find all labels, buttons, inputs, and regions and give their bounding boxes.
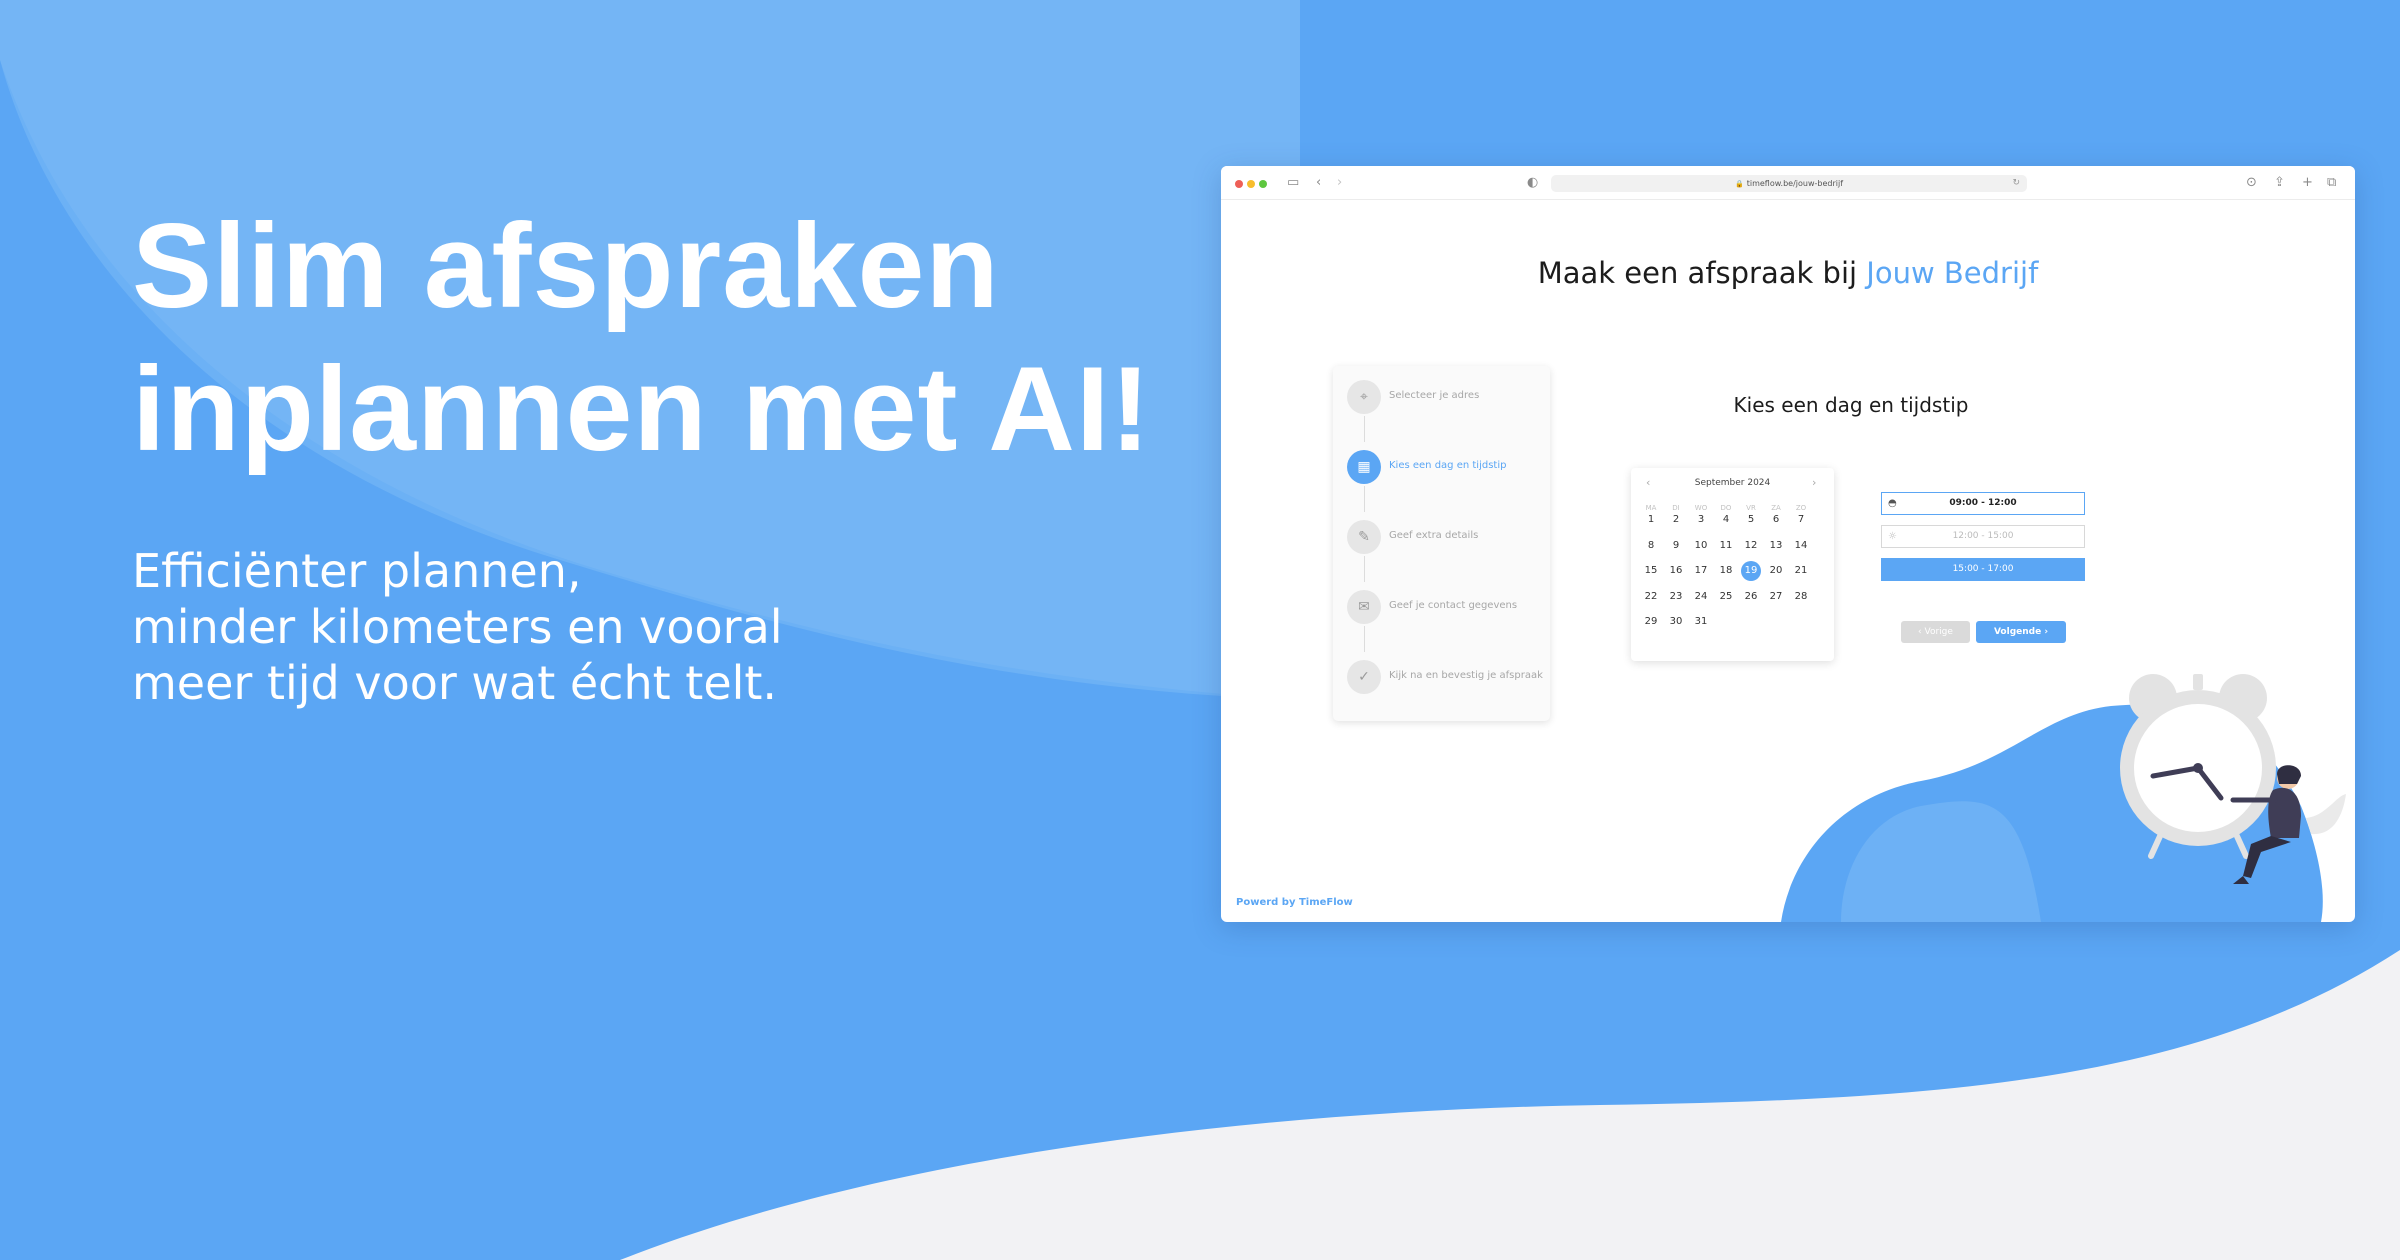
time-slot-midday[interactable]: ☼ 12:00 - 15:00 (1881, 525, 2085, 548)
hero-subtitle-line-3: meer tijd voor wat écht telt. (132, 656, 778, 710)
step-label: Kijk na en bevestig je afspraak (1389, 670, 1543, 681)
sunrise-icon: ◓ (1888, 498, 1897, 509)
calendar-day[interactable]: 4 (1716, 510, 1736, 530)
calendar-day[interactable]: 31 (1691, 612, 1711, 632)
step-label: Kies een dag en tijdstip (1389, 460, 1507, 471)
calendar-day[interactable]: 23 (1666, 587, 1686, 607)
calendar-day[interactable]: 9 (1666, 536, 1686, 556)
calendar-day[interactable]: 24 (1691, 587, 1711, 607)
step-connector (1364, 556, 1365, 582)
page-title-prefix: Maak een afspraak bij (1537, 256, 1858, 290)
calendar-day[interactable]: 8 (1641, 536, 1661, 556)
calendar-day-selected[interactable]: 19 (1741, 561, 1761, 581)
section-title: Kies een dag en tijdstip (1733, 393, 1969, 417)
calendar-day[interactable]: 28 (1791, 587, 1811, 607)
calendar-day[interactable]: 11 (1716, 536, 1736, 556)
back-arrow-icon[interactable]: ‹ (1316, 175, 1321, 191)
hero-subtitle-line-2: minder kilometers en vooral (132, 600, 783, 654)
new-tab-icon[interactable]: + (2302, 175, 2313, 191)
calendar-day[interactable]: 25 (1716, 587, 1736, 607)
time-slot-label: 12:00 - 15:00 (1952, 531, 2014, 541)
previous-button[interactable]: ‹ Vorige (1901, 621, 1970, 643)
tab-overview-icon[interactable]: ⧉ (2327, 175, 2336, 191)
calendar-day[interactable]: 22 (1641, 587, 1661, 607)
calendar-day[interactable]: 6 (1766, 510, 1786, 530)
next-button[interactable]: Volgende › (1976, 621, 2066, 643)
calendar-month-label: September 2024 (1694, 478, 1771, 488)
calendar-day[interactable]: 30 (1666, 612, 1686, 632)
calendar-day[interactable]: 10 (1691, 536, 1711, 556)
step-label: Geef je contact gegevens (1389, 600, 1518, 611)
lock-icon: 🔒 (1734, 180, 1744, 188)
sun-icon: ☼ (1888, 531, 1897, 542)
time-slot-afternoon[interactable]: 15:00 - 17:00 (1881, 558, 2085, 581)
calendar-day[interactable]: 18 (1716, 561, 1736, 581)
step-connector (1364, 626, 1365, 652)
step-connector (1364, 416, 1365, 442)
calendar-day[interactable]: 7 (1791, 510, 1811, 530)
hero-subtitle-line-1: Efficiënter plannen, (132, 544, 582, 598)
steps-card: ⌖ Selecteer je adres ▦ Kies een dag en t… (1333, 366, 1550, 721)
hero-title: Slim afspraken inplannen met AI! (132, 195, 1182, 481)
step-label: Selecteer je adres (1389, 390, 1480, 401)
calendar-day[interactable]: 3 (1691, 510, 1711, 530)
calendar-day[interactable]: 20 (1766, 561, 1786, 581)
step-connector (1364, 486, 1365, 512)
hero-title-line-2: inplannen met AI! (132, 342, 1152, 476)
calendar-day[interactable]: 2 (1666, 510, 1686, 530)
share-icon[interactable]: ⇪ (2274, 175, 2285, 191)
address-bar[interactable]: 🔒 timeflow.be/jouw-bedrijf ↻ (1551, 175, 2027, 192)
calendar-day[interactable]: 1 (1641, 510, 1661, 530)
minimize-window-dot[interactable] (1247, 180, 1255, 188)
browser-window: ▭ ‹ › ◐ 🔒 timeflow.be/jouw-bedrijf ↻ ⊙ ⇪ … (1221, 166, 2355, 922)
time-slot-morning[interactable]: ◓ 09:00 - 12:00 (1881, 492, 2085, 515)
time-slot-label: 09:00 - 12:00 (1949, 498, 2017, 508)
browser-toolbar: ▭ ‹ › ◐ 🔒 timeflow.be/jouw-bedrijf ↻ ⊙ ⇪ … (1221, 166, 2355, 200)
maximize-window-dot[interactable] (1259, 180, 1267, 188)
chevron-right-icon[interactable]: › (1812, 476, 1816, 489)
step-label: Geef extra details (1389, 530, 1479, 541)
calendar: ‹ September 2024 › MA DI WO DO VR ZA ZO 123456… (1631, 468, 1834, 661)
calendar-day[interactable]: 26 (1741, 587, 1761, 607)
alarm-clock-illustration (1781, 674, 2346, 922)
forward-arrow-icon[interactable]: › (1337, 175, 1342, 191)
calendar-day[interactable]: 29 (1641, 612, 1661, 632)
calendar-icon: ▦ (1347, 450, 1381, 484)
reload-icon[interactable]: ↻ (2012, 175, 2020, 192)
calendar-day[interactable]: 21 (1791, 561, 1811, 581)
next-button-label: Volgende (1993, 627, 2042, 637)
time-slot-label: 15:00 - 17:00 (1952, 564, 2014, 574)
hero-title-line-1: Slim afspraken (132, 199, 1000, 333)
calendar-day[interactable]: 16 (1666, 561, 1686, 581)
location-pin-icon: ⌖ (1347, 380, 1381, 414)
url-text: timeflow.be/jouw-bedrijf (1746, 179, 1844, 188)
calendar-day[interactable]: 5 (1741, 510, 1761, 530)
powered-by-link[interactable]: Powerd by TimeFlow (1236, 897, 1353, 908)
check-circle-icon: ✓ (1347, 660, 1381, 694)
hero-subtitle: Efficiënter plannen, minder kilometers e… (132, 543, 1032, 711)
privacy-shield-icon[interactable]: ◐ (1527, 175, 1538, 191)
calendar-day[interactable]: 27 (1766, 587, 1786, 607)
previous-button-label: Vorige (1924, 627, 1953, 637)
calendar-day[interactable]: 17 (1691, 561, 1711, 581)
calendar-day[interactable]: 14 (1791, 536, 1811, 556)
contact-card-icon: ✉ (1347, 590, 1381, 624)
sidebar-toggle-icon[interactable]: ▭ (1287, 175, 1299, 191)
close-window-dot[interactable] (1235, 180, 1243, 188)
download-icon[interactable]: ⊙ (2246, 175, 2257, 191)
chevron-right-icon: › (2041, 627, 2049, 637)
calendar-day[interactable]: 15 (1641, 561, 1661, 581)
calendar-day[interactable]: 13 (1766, 536, 1786, 556)
page-title: Maak een afspraak bij Jouw Bedrijf (1221, 256, 2355, 290)
edit-note-icon: ✎ (1347, 520, 1381, 554)
page-title-brand: Jouw Bedrijf (1866, 256, 2039, 290)
calendar-day[interactable]: 12 (1741, 536, 1761, 556)
